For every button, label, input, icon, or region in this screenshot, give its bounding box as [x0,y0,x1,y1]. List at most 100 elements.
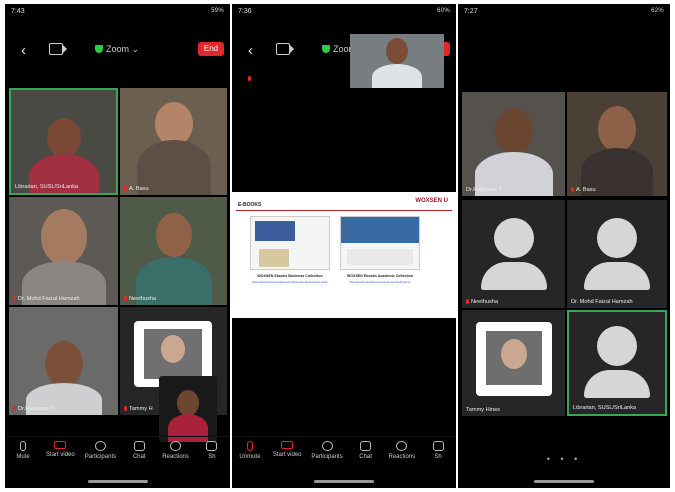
participants-button[interactable]: Participants [85,437,116,470]
participant-name: Tammy H [124,406,153,412]
meeting-top-bar: ‹ Zoom ⌄ End [5,40,230,62]
participant-name: Neethusha [124,296,156,302]
participants-icon [94,441,106,451]
start-video-button[interactable]: Start video [273,437,302,470]
avatar [597,326,637,366]
thumbnail-books [259,249,289,267]
participant-name: Neethusha [466,299,498,305]
avatar [597,218,637,258]
speaker-video-tile[interactable] [350,34,444,88]
participant-name: Dr. Mohd Faizal Hamzah [13,296,80,302]
participant-name-text: Tammy H [129,406,153,412]
participant-video [40,209,87,265]
reactions-button[interactable]: Reactions [388,437,415,470]
chat-button[interactable]: Chat [126,437,152,470]
participant-name: Dr.Rajkumar T [13,406,54,412]
microphone-icon [20,441,27,451]
mic-muted-icon [466,299,469,304]
toolbar-label: Mute [16,454,30,460]
video-tile[interactable]: Dr.Rajkumar T [462,92,565,196]
item-link[interactable]: https://search.ebscohost.com/login.aspx?… [334,281,426,284]
thumbnail-screenshot [255,221,295,241]
toolbar-label: Reactions [388,454,416,460]
video-tile[interactable]: Librarian, SUSL/SriLanka [9,88,118,195]
slide-thumbnail [250,216,330,270]
share-icon [432,441,444,451]
status-battery: 59% [211,8,224,14]
toolbar-label: Unmute [239,454,261,460]
status-battery: 60% [437,8,450,14]
home-indicator[interactable] [87,480,148,483]
avatar-body [584,370,650,398]
video-tile[interactable]: Librarian, SUSL/SriLanka [567,310,667,416]
participant-name-text: A. Basu [576,187,596,193]
participant-name-text: Neethusha [471,299,499,305]
home-indicator[interactable] [314,480,374,483]
back-chevron-icon[interactable]: ‹ [248,42,253,59]
video-tile[interactable]: Tammy Hines [462,310,565,416]
profile-photo [144,329,202,379]
slide-thumbnail [340,216,420,270]
item-link[interactable]: https://ebookcentral.proquest.com/lib/wo… [244,281,336,284]
video-tile[interactable]: Dr. Mohd Faizal Hamzah [567,200,667,308]
zoom-label: Zoom [106,44,130,54]
chat-icon [133,441,145,451]
toolbar-label: Chat [359,454,372,460]
slide-header: E-BOOKS [238,202,262,208]
participant-name-text: Neethusha [129,296,157,302]
share-button[interactable]: Sh [199,437,225,470]
video-tile[interactable]: Neethusha [120,197,227,305]
phone-screen-gallery: 7:43 59% ‹ Zoom ⌄ End Librarian, SUSL/Sr… [5,4,230,488]
participant-name-text: Dr.Rajkumar T [18,406,54,412]
back-chevron-icon[interactable]: ‹ [21,42,26,59]
unmute-button[interactable]: Unmute [237,437,263,470]
self-video [177,390,199,416]
reactions-button[interactable]: Reactions [162,437,189,470]
avatar [493,218,534,258]
microphone-muted-icon [246,441,253,451]
video-off-icon [281,441,294,449]
thumbnail-text [347,249,413,265]
participant-name: Librarian, SUSL/SriLanka [573,405,637,411]
video-off-icon [54,441,67,449]
end-button[interactable]: End [198,42,224,56]
status-time: 7:27 [464,8,478,15]
participant-name-text: A. Basu [129,186,149,192]
participant-name-text: Dr. Mohd Faizal Hamzah [18,296,80,302]
home-indicator[interactable] [534,480,594,483]
status-time: 7:36 [238,8,252,15]
speaker-icon[interactable] [49,43,67,55]
mute-button[interactable]: Mute [10,437,36,470]
toolbar-label: Participants [84,454,117,460]
participants-button[interactable]: Participants [311,437,343,470]
start-video-button[interactable]: Start video [46,437,75,470]
mic-muted-icon [248,76,251,81]
toolbar-label: Start video [272,452,302,458]
page-indicator[interactable]: • • • [547,454,581,464]
status-bar: 7:36 60% [238,8,450,20]
item-title: WOXSEN Ebooks Academic Collection [346,274,414,278]
self-view-tile[interactable] [159,376,217,442]
share-button[interactable]: Sh [425,437,451,470]
chat-button[interactable]: Chat [353,437,379,470]
participant-video [155,213,192,257]
participant-video [494,108,533,154]
video-tile[interactable]: Neethusha [462,200,565,308]
video-tile[interactable]: A. Basu [567,92,667,196]
chat-icon [360,441,372,451]
toolbar-label: Participants [311,454,343,460]
zoom-menu[interactable]: Zoom ⌄ [95,44,139,55]
mic-muted-icon [13,296,16,301]
video-tile[interactable]: A. Basu [120,88,227,195]
mic-muted-icon [13,406,16,411]
avatar-body [480,262,547,290]
item-title: WOXSEN Ebooks Business Collection [257,274,323,278]
toolbar-label: Chat [132,454,146,460]
speaker-video [386,38,408,64]
video-tile[interactable]: Dr. Mohd Faizal Hamzah [9,197,118,305]
shield-icon [322,45,330,53]
speaker-icon[interactable] [276,43,294,55]
video-tile[interactable]: Dr.Rajkumar T [9,307,118,415]
toolbar-label: Start video [46,452,75,458]
mic-muted-icon [124,406,127,411]
